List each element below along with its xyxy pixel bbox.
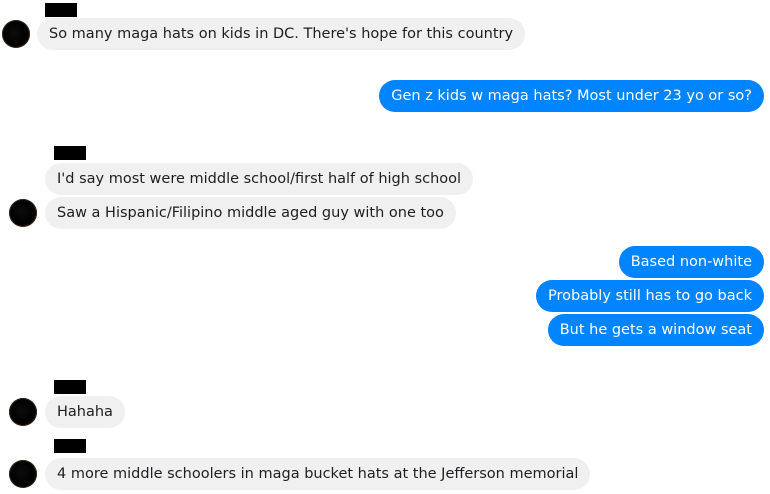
incoming-message[interactable]: So many maga hats on kids in DC. There's… [37,18,526,50]
incoming-message[interactable]: 4 more middle schoolers in maga bucket h… [45,458,591,490]
avatar-icon[interactable] [2,20,30,48]
incoming-message[interactable]: Saw a Hispanic/Filipino middle aged guy … [45,197,456,229]
outgoing-message[interactable]: But he gets a window seat [547,314,764,346]
incoming-message[interactable]: Hahaha [45,396,125,428]
redacted-sender-name [45,3,77,17]
redacted-sender-name [54,380,86,394]
avatar-icon[interactable] [9,398,37,426]
outgoing-message[interactable]: Based non-white [618,246,764,278]
incoming-message[interactable]: I'd say most were middle school/first ha… [45,163,474,195]
redacted-sender-name [54,146,86,160]
avatar-icon[interactable] [9,199,37,227]
outgoing-message[interactable]: Gen z kids w maga hats? Most under 23 yo… [379,80,764,112]
avatar-icon[interactable] [9,460,37,488]
outgoing-message[interactable]: Probably still has to go back [536,280,764,312]
redacted-sender-name [54,439,86,453]
